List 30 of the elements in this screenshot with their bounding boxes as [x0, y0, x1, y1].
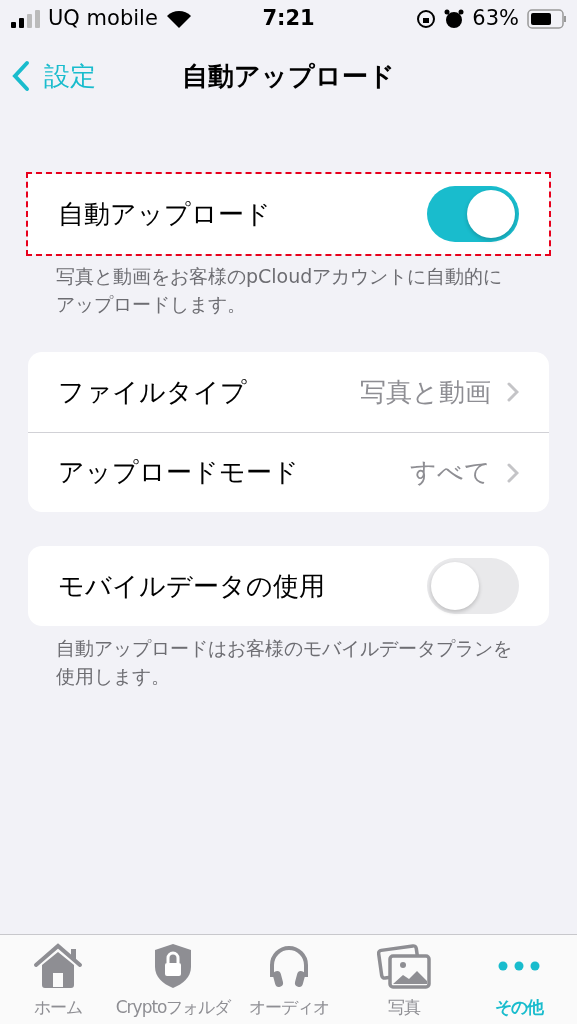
chevron-left-icon	[12, 60, 30, 92]
back-button[interactable]: 設定	[12, 56, 96, 96]
setting-label: 自動アップロード	[58, 197, 272, 231]
section-footer: 写真と動画をお客様のpCloudアカウントに自動的にアップロードします。	[28, 254, 549, 318]
status-time: 7:21	[262, 5, 315, 33]
wifi-icon	[165, 9, 192, 29]
battery-percent: 63%	[472, 5, 519, 33]
battery-icon	[527, 9, 567, 29]
tab-item[interactable]: ホーム	[0, 935, 116, 1024]
toggle-switch[interactable]	[427, 186, 519, 242]
chevron-right-icon	[507, 462, 519, 483]
setting-label: アップロードモード	[58, 456, 300, 489]
more-icon	[497, 959, 542, 972]
toggle-switch[interactable]	[427, 558, 519, 614]
home-icon	[32, 942, 83, 989]
setting-label: モバイルデータの使用	[58, 569, 326, 603]
tab-item[interactable]: その他	[461, 935, 577, 1024]
shield-lock-icon	[153, 942, 194, 989]
setting-label: ファイルタイプ	[58, 375, 248, 409]
tab-item[interactable]: オーディオ	[230, 935, 347, 1024]
signal-icon	[10, 10, 40, 28]
page-title: 自動アップロード	[182, 59, 395, 93]
tab-item[interactable]: Cryptoフォルダ	[115, 935, 231, 1024]
tab-item[interactable]: 写真	[346, 935, 462, 1024]
photos-icon	[376, 942, 431, 989]
section-footer: 自動アップロードはお客様のモバイルデータプランを使用します。	[28, 626, 549, 690]
carrier-name: UQ mobile	[48, 5, 158, 33]
setting-value[interactable]: すべて	[410, 453, 491, 492]
setting-value[interactable]: 写真と動画	[360, 372, 491, 412]
chevron-right-icon	[507, 382, 519, 402]
